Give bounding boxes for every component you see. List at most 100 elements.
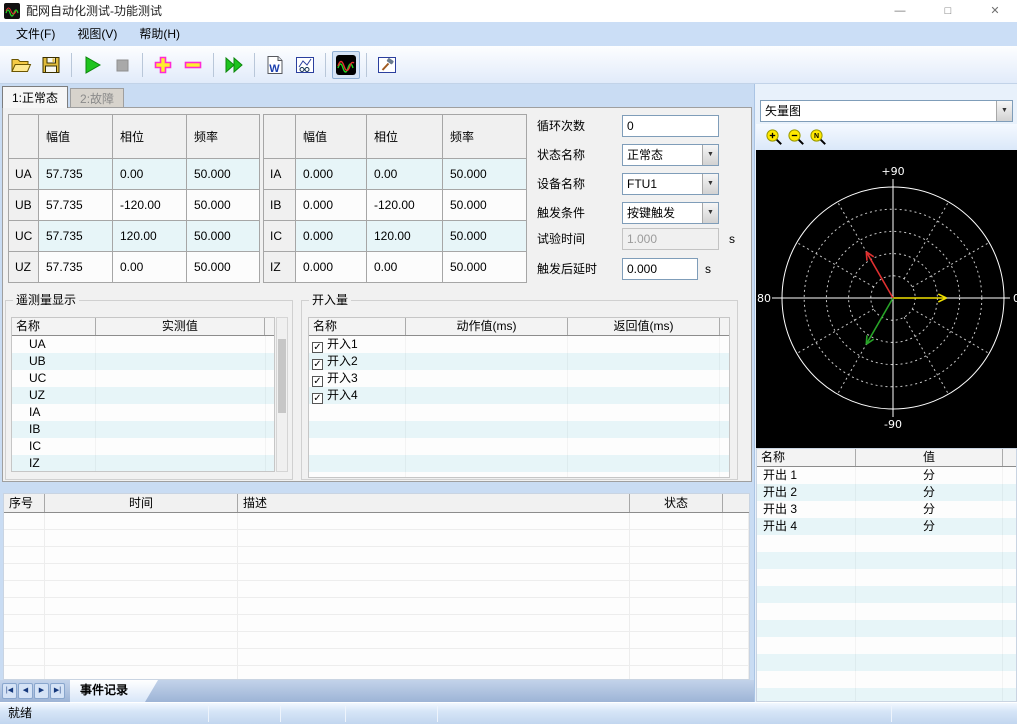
amplitude-cell[interactable]: 57.735 xyxy=(38,158,113,190)
menu-file[interactable]: 文件(F) xyxy=(5,22,66,46)
frequency-cell[interactable]: 50.000 xyxy=(442,189,527,221)
phase-cell[interactable]: 0.00 xyxy=(112,158,187,190)
minimize-button[interactable]: — xyxy=(882,0,918,22)
dropdown-arrow-icon[interactable]: ▼ xyxy=(702,145,718,165)
event-column-header[interactable]: 时间 xyxy=(45,494,238,512)
input-checkbox[interactable]: ✓ xyxy=(312,393,323,404)
post-trigger-delay-input[interactable] xyxy=(622,258,698,280)
frequency-cell[interactable]: 50.000 xyxy=(186,189,260,221)
telemetry-row-IZ[interactable]: IZ xyxy=(12,455,274,471)
tool-icon[interactable] xyxy=(373,51,401,79)
action-value-cell xyxy=(406,370,568,387)
event-row xyxy=(4,649,749,666)
telemetry-row-UB[interactable]: UB xyxy=(12,353,274,370)
menu-view[interactable]: 视图(V) xyxy=(66,22,128,46)
input-checkbox[interactable]: ✓ xyxy=(312,342,323,353)
phase-cell[interactable]: 0.00 xyxy=(366,251,443,283)
phase-cell[interactable]: 120.00 xyxy=(366,220,443,252)
add-state-icon[interactable] xyxy=(149,51,177,79)
telemetry-row-IB[interactable]: IB xyxy=(12,421,274,438)
event-column-header[interactable]: 状态 xyxy=(630,494,723,512)
state-name-select[interactable]: 正常态 ▼ xyxy=(622,144,719,166)
save-file-icon[interactable] xyxy=(37,51,65,79)
tab-event-record[interactable]: 事件记录 xyxy=(70,680,158,702)
phase-cell[interactable]: 120.00 xyxy=(112,220,187,252)
input-checkbox[interactable]: ✓ xyxy=(312,359,323,370)
close-button[interactable]: ✕ xyxy=(977,0,1013,22)
loop-count-label: 循环次数 xyxy=(537,119,586,133)
phase-cell[interactable]: -120.00 xyxy=(112,189,187,221)
telemetry-row-UA[interactable]: UA xyxy=(12,336,274,353)
word-report-icon[interactable]: W xyxy=(261,51,289,79)
digital-input-groupbox: 开入量 名称 动作值(ms) 返回值(ms) ✓ 开入1 ✓ 开入2 ✓ 开入3 ✓ 开入4 xyxy=(301,293,738,480)
dropdown-arrow-icon[interactable]: ▼ xyxy=(702,203,718,223)
amplitude-cell[interactable]: 57.735 xyxy=(38,251,113,283)
frequency-cell[interactable]: 50.000 xyxy=(186,158,260,190)
frequency-cell[interactable]: 50.000 xyxy=(186,220,260,252)
event-row xyxy=(4,513,749,530)
output-name-cell: 开出 3 xyxy=(757,501,856,518)
zoom-out-icon[interactable] xyxy=(785,127,807,147)
amplitude-cell[interactable]: 0.000 xyxy=(295,158,367,190)
frequency-cell[interactable]: 50.000 xyxy=(186,251,260,283)
telemetry-table: 名称 实测值 UA UB UC UZ IA IB IC IZ xyxy=(11,317,275,472)
device-name-select[interactable]: FTU1 ▼ xyxy=(622,173,719,195)
stop-test-icon[interactable] xyxy=(108,51,136,79)
telemetry-row-IC[interactable]: IC xyxy=(12,438,274,455)
amplitude-cell[interactable]: 57.735 xyxy=(38,220,113,252)
empty-row xyxy=(309,438,729,455)
zoom-reset-icon[interactable]: N xyxy=(807,127,829,147)
event-row xyxy=(4,598,749,615)
prev-record-icon[interactable]: ◀ xyxy=(18,683,33,699)
event-column-header[interactable]: 序号 xyxy=(4,494,45,512)
phase-cell[interactable]: 0.00 xyxy=(112,251,187,283)
start-test-icon[interactable] xyxy=(78,51,106,79)
amplitude-cell[interactable]: 0.000 xyxy=(295,251,367,283)
run-all-icon[interactable] xyxy=(220,51,248,79)
telemetry-header: 名称 实测值 xyxy=(12,318,274,336)
telemetry-row-UC[interactable]: UC xyxy=(12,370,274,387)
trigger-condition-select[interactable]: 按键触发 ▼ xyxy=(622,202,719,224)
loop-count-input[interactable] xyxy=(622,115,719,137)
header-row: 幅值 相位 频率 xyxy=(263,114,527,159)
digital-input-header: 名称 动作值(ms) 返回值(ms) xyxy=(309,318,729,336)
data-view-icon[interactable] xyxy=(291,51,319,79)
event-log-body xyxy=(4,513,749,679)
telemetry-scrollbar[interactable] xyxy=(276,317,288,472)
dropdown-arrow-icon[interactable]: ▼ xyxy=(996,101,1012,121)
next-record-icon[interactable]: ▶ xyxy=(34,683,49,699)
telemetry-row-IA[interactable]: IA xyxy=(12,404,274,421)
vector-UA xyxy=(893,293,947,303)
return-value-cell xyxy=(568,421,720,438)
test-time-input xyxy=(622,228,719,250)
telemetry-row-UZ[interactable]: UZ xyxy=(12,387,274,404)
event-row xyxy=(4,581,749,598)
scrollbar-thumb[interactable] xyxy=(278,339,286,413)
menu-help[interactable]: 帮助(H) xyxy=(128,22,191,46)
frequency-cell[interactable]: 50.000 xyxy=(442,158,527,190)
last-record-icon[interactable]: ▶| xyxy=(50,683,65,699)
open-file-icon[interactable] xyxy=(7,51,35,79)
maximize-button[interactable]: □ xyxy=(930,0,966,22)
zoom-in-icon[interactable] xyxy=(763,127,785,147)
amplitude-cell[interactable]: 57.735 xyxy=(38,189,113,221)
return-value-cell xyxy=(568,336,720,353)
frequency-cell[interactable]: 50.000 xyxy=(442,220,527,252)
tab-normal-state[interactable]: 1:正常态 xyxy=(2,86,69,108)
event-column-header[interactable]: 描述 xyxy=(238,494,630,512)
phase-cell[interactable]: -120.00 xyxy=(366,189,443,221)
view-select[interactable]: 矢量图 ▼ xyxy=(760,100,1013,122)
statusbar-divider xyxy=(208,706,209,722)
amplitude-cell[interactable]: 0.000 xyxy=(295,189,367,221)
input-checkbox[interactable]: ✓ xyxy=(312,376,323,387)
first-record-icon[interactable]: |◀ xyxy=(2,683,17,699)
phase-cell[interactable]: 0.00 xyxy=(366,158,443,190)
frequency-cell[interactable]: 50.000 xyxy=(442,251,527,283)
angle-label: 0 xyxy=(1013,292,1017,305)
remove-state-icon[interactable] xyxy=(179,51,207,79)
tab-fault[interactable]: 2:故障 xyxy=(70,88,125,108)
waveform-icon[interactable] xyxy=(332,50,360,79)
return-value-cell xyxy=(568,387,720,404)
amplitude-cell[interactable]: 0.000 xyxy=(295,220,367,252)
dropdown-arrow-icon[interactable]: ▼ xyxy=(702,174,718,194)
